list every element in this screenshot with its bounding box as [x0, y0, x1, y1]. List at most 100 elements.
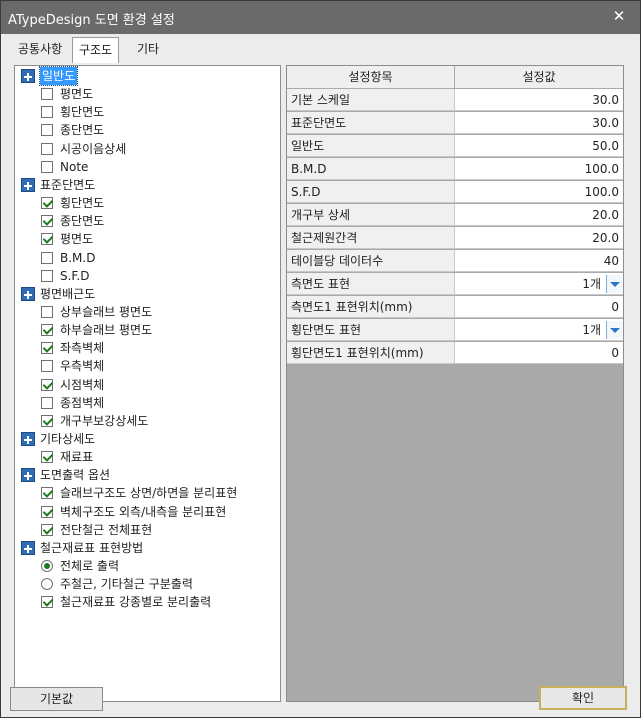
ok-button[interactable]: 확인: [539, 686, 627, 710]
tab-other[interactable]: 기타: [131, 39, 165, 61]
tree-check-item[interactable]: 벽체구조도 외측/내측을 분리표현: [15, 503, 280, 521]
tree-check-item[interactable]: 시공이음상세: [15, 140, 280, 158]
checkbox[interactable]: [41, 324, 53, 337]
expand-group-icon[interactable]: [21, 432, 35, 446]
checkbox[interactable]: [41, 487, 53, 500]
dropdown-arrow-icon[interactable]: [606, 275, 622, 293]
tree-group[interactable]: 평면배근도: [15, 285, 280, 303]
tree-check-item[interactable]: 종단면도: [15, 121, 280, 139]
tree-check-item[interactable]: 좌측벽체: [15, 339, 280, 357]
tree-check-item[interactable]: 평면도: [15, 85, 280, 103]
grid-cell-combo[interactable]: 1개: [455, 273, 623, 295]
tree-group[interactable]: 도면출력 옵션: [15, 466, 280, 484]
tree-check-item[interactable]: 평면도: [15, 230, 280, 248]
grid-cell-value[interactable]: 0: [455, 342, 623, 364]
grid-cell-value[interactable]: 0: [455, 296, 623, 318]
checkbox[interactable]: [41, 596, 53, 609]
checkbox[interactable]: [41, 233, 53, 246]
tree-item-label: 전단철근 전체표현: [60, 522, 153, 537]
tree-check-item[interactable]: 전단철근 전체표현: [15, 521, 280, 539]
checkbox[interactable]: [41, 142, 53, 155]
checkbox[interactable]: [41, 251, 53, 264]
checkbox[interactable]: [41, 396, 53, 409]
tree-check-item[interactable]: 시점벽체: [15, 376, 280, 394]
checkbox[interactable]: [41, 505, 53, 518]
tree-check-item[interactable]: 하부슬래브 평면도: [15, 321, 280, 339]
grid-cell-value[interactable]: 30.0: [455, 112, 623, 134]
grid-cell-value-text: 1개: [582, 323, 601, 337]
tree-item-label: 슬래브구조도 상면/하면을 분리표현: [60, 486, 238, 501]
tree-radio-item[interactable]: 전체로 출력: [15, 557, 280, 575]
tree-group[interactable]: 기타상세도: [15, 430, 280, 448]
tree-check-item[interactable]: 횡단면도: [15, 103, 280, 121]
tree-check-item[interactable]: 개구부보강상세도: [15, 412, 280, 430]
tree-item-label: 평면도: [60, 87, 94, 102]
tree-item-label: 우측벽체: [60, 359, 105, 374]
checkbox[interactable]: [41, 269, 53, 282]
grid-row: 측면도 표현 1개: [287, 273, 623, 296]
checkbox[interactable]: [41, 197, 53, 210]
tree-item-label: 횡단면도: [60, 196, 105, 211]
grid-row: 횡단면도1 표현위치(mm) 0: [287, 342, 623, 365]
checkbox[interactable]: [41, 451, 53, 464]
grid-cell-value-text: 20.0: [592, 231, 619, 245]
grid-cell-combo[interactable]: 1개: [455, 319, 623, 341]
tree-check-item[interactable]: 종점벽체: [15, 394, 280, 412]
checkbox[interactable]: [41, 360, 53, 373]
title-bar: ATypeDesign 도면 환경 설정 ✕: [1, 1, 640, 34]
checkbox[interactable]: [41, 88, 53, 101]
grid-header-value[interactable]: 설정값: [455, 66, 623, 88]
tree-group[interactable]: 일반도: [15, 66, 280, 86]
grid-cell-value[interactable]: 100.0: [455, 181, 623, 203]
tree-item-label: 주철근, 기타철근 구분출력: [60, 577, 193, 592]
checkbox[interactable]: [41, 342, 53, 355]
dropdown-arrow-icon[interactable]: [606, 321, 622, 339]
tree-check-item[interactable]: 상부슬래브 평면도: [15, 303, 280, 321]
grid-cell-name: 철근제원간격: [287, 227, 455, 249]
checkbox[interactable]: [41, 305, 53, 318]
tree-radio-item[interactable]: 주철근, 기타철근 구분출력: [15, 575, 280, 593]
checkbox[interactable]: [41, 106, 53, 119]
tab-common[interactable]: 공통사항: [12, 39, 68, 61]
tree-item-label: 시점벽체: [60, 377, 105, 392]
tree-check-item[interactable]: 재료표: [15, 448, 280, 466]
grid-cell-value-text: 50.0: [592, 139, 619, 153]
grid-cell-value[interactable]: 50.0: [455, 135, 623, 157]
checkbox[interactable]: [41, 378, 53, 391]
checkbox[interactable]: [41, 124, 53, 137]
radio-button[interactable]: [41, 560, 53, 573]
dialog-body: 공통사항 구조도 기타 일반도 평면도 횡단면도 종단면도 시공이음상세 Note 표준단면…: [4, 34, 637, 716]
grid-header-name[interactable]: 설정항목: [287, 66, 455, 88]
tree-check-item[interactable]: 횡단면도: [15, 194, 280, 212]
close-icon[interactable]: ✕: [610, 7, 628, 25]
grid-cell-value[interactable]: 30.0: [455, 89, 623, 111]
checkbox[interactable]: [41, 523, 53, 536]
radio-button[interactable]: [41, 578, 53, 591]
checkbox[interactable]: [41, 160, 53, 173]
expand-group-icon[interactable]: [21, 286, 35, 301]
tree-group[interactable]: 표준단면도: [15, 176, 280, 194]
checkbox[interactable]: [41, 414, 53, 427]
tree-item-label: B.M.D: [60, 250, 96, 265]
tree-check-item[interactable]: 우측벽체: [15, 357, 280, 375]
grid-cell-value[interactable]: 20.0: [455, 204, 623, 226]
grid-cell-value-text: 0: [611, 300, 619, 314]
tree-check-item[interactable]: B.M.D: [15, 249, 280, 267]
expand-group-icon[interactable]: [21, 177, 35, 192]
tree-check-item[interactable]: Note: [15, 158, 280, 176]
tree-check-item[interactable]: S.F.D: [15, 267, 280, 285]
expand-group-icon[interactable]: [21, 468, 35, 483]
expand-group-icon[interactable]: [21, 69, 35, 83]
expand-group-icon[interactable]: [21, 540, 35, 555]
grid-cell-value[interactable]: 100.0: [455, 158, 623, 180]
checkbox[interactable]: [41, 215, 53, 228]
tree-group[interactable]: 철근재료표 표현방법: [15, 539, 280, 557]
tab-structure[interactable]: 구조도: [72, 37, 120, 63]
tree-check-item[interactable]: 철근재료표 강종별로 분리출력: [15, 593, 280, 611]
default-button[interactable]: 기본값: [10, 687, 103, 711]
tree-check-item[interactable]: 종단면도: [15, 212, 280, 230]
grid-cell-value[interactable]: 20.0: [455, 227, 623, 249]
tree-check-item[interactable]: 슬래브구조도 상면/하면을 분리표현: [15, 484, 280, 502]
grid-cell-value[interactable]: 40: [455, 250, 623, 272]
window-title: ATypeDesign 도면 환경 설정: [8, 13, 175, 28]
